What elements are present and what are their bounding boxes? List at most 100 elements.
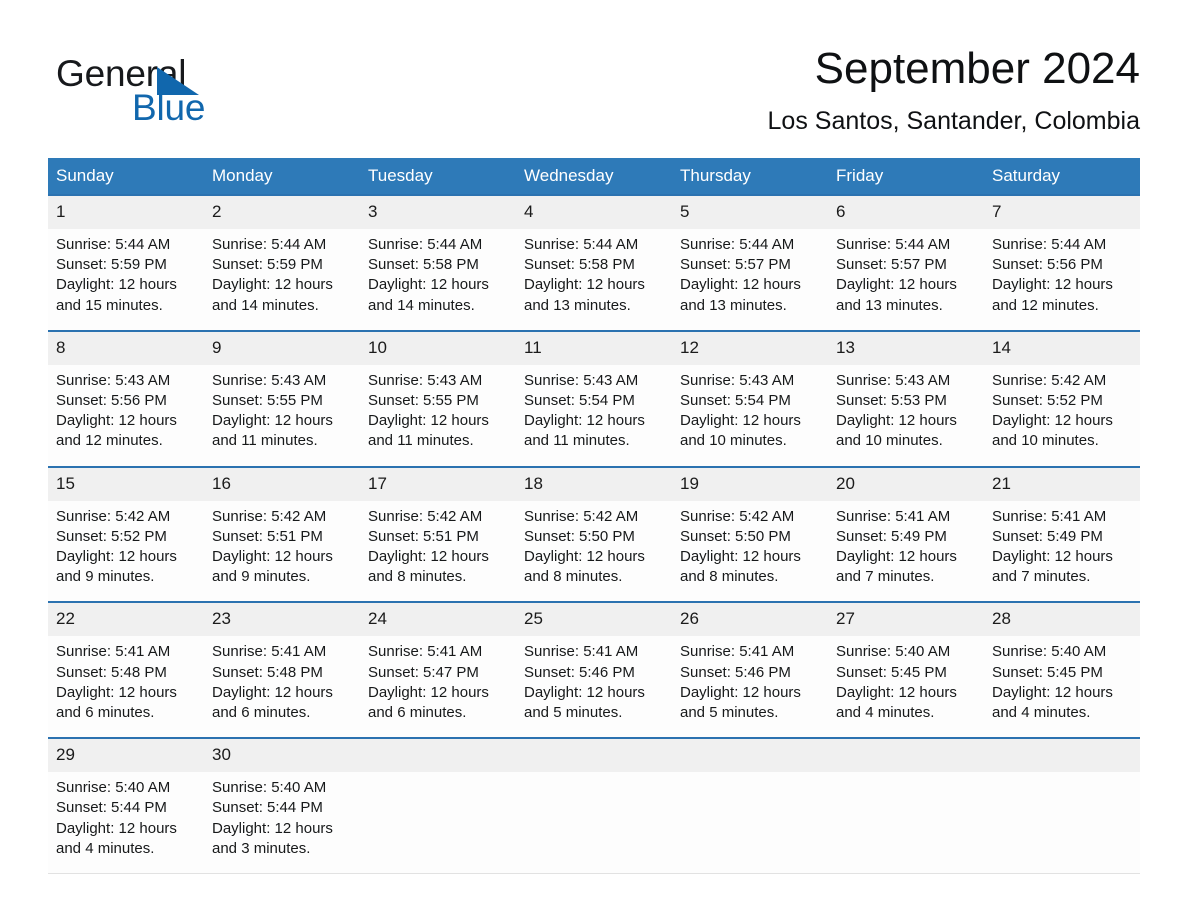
day-detail-line: Sunrise: 5:41 AM — [524, 643, 639, 661]
day-cell[interactable]: Sunrise: 5:41 AM Sunset: 5:48 PM Daylight:… — [204, 636, 360, 737]
day-cell[interactable]: Sunrise: 5:42 AM Sunset: 5:51 PM Daylight:… — [360, 501, 516, 602]
day-number[interactable]: 16 — [204, 468, 360, 501]
day-detail-line: Sunset: 5:59 PM — [212, 256, 323, 274]
day-cell[interactable]: Sunrise: 5:42 AM Sunset: 5:52 PM Daylight:… — [984, 365, 1140, 466]
day-detail-line: and 11 minutes. — [524, 432, 630, 450]
day-number[interactable]: 26 — [672, 603, 828, 636]
day-number[interactable]: 27 — [828, 603, 984, 636]
day-detail-line: Daylight: 12 hours — [836, 683, 957, 701]
day-cell-empty — [672, 772, 828, 873]
day-number[interactable]: 12 — [672, 332, 828, 365]
day-detail-line: Sunset: 5:50 PM — [524, 527, 635, 545]
masthead: General Blue September 2024 Los Santos, … — [48, 42, 1140, 150]
day-cell[interactable]: Sunrise: 5:41 AM Sunset: 5:46 PM Daylight:… — [516, 636, 672, 737]
day-detail-line: and 3 minutes. — [212, 839, 311, 857]
day-detail-line: Daylight: 12 hours — [56, 276, 177, 294]
day-cell[interactable]: Sunrise: 5:40 AM Sunset: 5:44 PM Daylight:… — [204, 772, 360, 873]
day-detail-band: Sunrise: 5:42 AM Sunset: 5:52 PM Daylight:… — [48, 500, 1140, 602]
day-cell[interactable]: Sunrise: 5:42 AM Sunset: 5:52 PM Daylight:… — [48, 501, 204, 602]
day-cell[interactable]: Sunrise: 5:43 AM Sunset: 5:54 PM Daylight:… — [672, 365, 828, 466]
day-cell[interactable]: Sunrise: 5:42 AM Sunset: 5:50 PM Daylight:… — [672, 501, 828, 602]
day-detail-line: and 6 minutes. — [368, 704, 467, 722]
day-cell[interactable]: Sunrise: 5:44 AM Sunset: 5:58 PM Daylight:… — [516, 229, 672, 330]
day-cell[interactable]: Sunrise: 5:43 AM Sunset: 5:54 PM Daylight:… — [516, 365, 672, 466]
day-number[interactable]: 2 — [204, 196, 360, 229]
day-detail-line: and 10 minutes. — [680, 432, 787, 450]
day-number[interactable]: 10 — [360, 332, 516, 365]
calendar-week-row: 29 30 Sunrise: 5:40 AM Sunset: 5:44 PM Dayli… — [48, 737, 1140, 874]
day-cell[interactable]: Sunrise: 5:41 AM Sunset: 5:49 PM Daylight:… — [828, 501, 984, 602]
day-cell[interactable]: Sunrise: 5:41 AM Sunset: 5:49 PM Daylight:… — [984, 501, 1140, 602]
day-number[interactable]: 18 — [516, 468, 672, 501]
weekday-header-sunday: Sunday — [56, 166, 114, 185]
day-number[interactable]: 23 — [204, 603, 360, 636]
day-number[interactable]: 6 — [828, 196, 984, 229]
day-number[interactable]: 1 — [48, 196, 204, 229]
day-number[interactable]: 30 — [204, 739, 360, 772]
day-number[interactable]: 28 — [984, 603, 1140, 636]
generalblue-logo[interactable]: General Blue — [56, 52, 316, 132]
day-detail-band: Sunrise: 5:43 AM Sunset: 5:56 PM Daylight:… — [48, 364, 1140, 466]
day-number[interactable]: 4 — [516, 196, 672, 229]
day-cell[interactable]: Sunrise: 5:43 AM Sunset: 5:55 PM Daylight:… — [360, 365, 516, 466]
calendar-table: Sunday Monday Tuesday Wednesday Thursday Frid… — [48, 158, 1140, 875]
day-cell[interactable]: Sunrise: 5:43 AM Sunset: 5:55 PM Daylight:… — [204, 365, 360, 466]
day-cell[interactable]: Sunrise: 5:41 AM Sunset: 5:48 PM Daylight:… — [48, 636, 204, 737]
weekday-header-tuesday: Tuesday — [368, 166, 433, 185]
day-detail-line: Sunset: 5:44 PM — [212, 799, 323, 817]
day-detail-line: Sunset: 5:45 PM — [992, 663, 1103, 681]
day-cell[interactable]: Sunrise: 5:44 AM Sunset: 5:57 PM Daylight:… — [828, 229, 984, 330]
day-number[interactable]: 20 — [828, 468, 984, 501]
day-cell[interactable]: Sunrise: 5:43 AM Sunset: 5:56 PM Daylight:… — [48, 365, 204, 466]
day-number[interactable]: 21 — [984, 468, 1140, 501]
day-number[interactable]: 13 — [828, 332, 984, 365]
day-cell[interactable]: Sunrise: 5:40 AM Sunset: 5:44 PM Daylight:… — [48, 772, 204, 873]
day-cell[interactable]: Sunrise: 5:44 AM Sunset: 5:59 PM Daylight:… — [48, 229, 204, 330]
day-number-empty — [828, 739, 984, 772]
day-detail-band: Sunrise: 5:41 AM Sunset: 5:48 PM Daylight:… — [48, 636, 1140, 738]
weekday-header-row: Sunday Monday Tuesday Wednesday Thursday Frid… — [48, 158, 1140, 194]
day-number[interactable]: 3 — [360, 196, 516, 229]
day-cell[interactable]: Sunrise: 5:44 AM Sunset: 5:56 PM Daylight:… — [984, 229, 1140, 330]
day-detail-line: Sunset: 5:45 PM — [836, 663, 947, 681]
day-number[interactable]: 7 — [984, 196, 1140, 229]
day-detail-line: Sunrise: 5:40 AM — [836, 643, 951, 661]
day-cell[interactable]: Sunrise: 5:41 AM Sunset: 5:46 PM Daylight:… — [672, 636, 828, 737]
day-number[interactable]: 8 — [48, 332, 204, 365]
day-cell[interactable]: Sunrise: 5:42 AM Sunset: 5:50 PM Daylight:… — [516, 501, 672, 602]
day-detail-line: and 13 minutes. — [680, 296, 787, 314]
day-detail-line: Sunrise: 5:42 AM — [56, 507, 171, 525]
day-detail-line: and 5 minutes. — [680, 704, 779, 722]
day-cell[interactable]: Sunrise: 5:44 AM Sunset: 5:57 PM Daylight:… — [672, 229, 828, 330]
day-cell[interactable]: Sunrise: 5:42 AM Sunset: 5:51 PM Daylight:… — [204, 501, 360, 602]
day-number[interactable]: 24 — [360, 603, 516, 636]
day-cell[interactable]: Sunrise: 5:40 AM Sunset: 5:45 PM Daylight:… — [828, 636, 984, 737]
day-detail-line: Sunset: 5:46 PM — [524, 663, 635, 681]
day-number[interactable]: 29 — [48, 739, 204, 772]
day-cell[interactable]: Sunrise: 5:44 AM Sunset: 5:58 PM Daylight:… — [360, 229, 516, 330]
day-number[interactable]: 22 — [48, 603, 204, 636]
day-number-empty — [984, 739, 1140, 772]
day-cell[interactable]: Sunrise: 5:40 AM Sunset: 5:45 PM Daylight:… — [984, 636, 1140, 737]
day-number[interactable]: 19 — [672, 468, 828, 501]
calendar-bottom-border — [48, 873, 1140, 875]
day-number[interactable]: 9 — [204, 332, 360, 365]
day-detail-band: Sunrise: 5:40 AM Sunset: 5:44 PM Daylight:… — [48, 772, 1140, 874]
calendar-week-row: 8 9 10 11 12 13 14 Sunrise: 5:43 AM Sunset: 5:56… — [48, 329, 1140, 466]
day-number[interactable]: 25 — [516, 603, 672, 636]
day-cell[interactable]: Sunrise: 5:41 AM Sunset: 5:47 PM Daylight:… — [360, 636, 516, 737]
day-detail-line: Sunrise: 5:40 AM — [56, 779, 171, 797]
day-number[interactable]: 11 — [516, 332, 672, 365]
day-number[interactable]: 15 — [48, 468, 204, 501]
day-detail-line: Sunset: 5:52 PM — [992, 392, 1103, 410]
day-number[interactable]: 5 — [672, 196, 828, 229]
day-number-band: 1234567 — [48, 196, 1140, 229]
day-detail-line: Sunrise: 5:44 AM — [368, 236, 483, 253]
day-detail-line: Daylight: 12 hours — [56, 412, 177, 430]
day-cell[interactable]: Sunrise: 5:44 AM Sunset: 5:59 PM Daylight:… — [204, 229, 360, 330]
day-detail-line: Daylight: 12 hours — [992, 276, 1113, 294]
weekday-header-wednesday: Wednesday — [524, 166, 614, 185]
day-number[interactable]: 17 — [360, 468, 516, 501]
day-number[interactable]: 14 — [984, 332, 1140, 365]
day-cell[interactable]: Sunrise: 5:43 AM Sunset: 5:53 PM Daylight:… — [828, 365, 984, 466]
